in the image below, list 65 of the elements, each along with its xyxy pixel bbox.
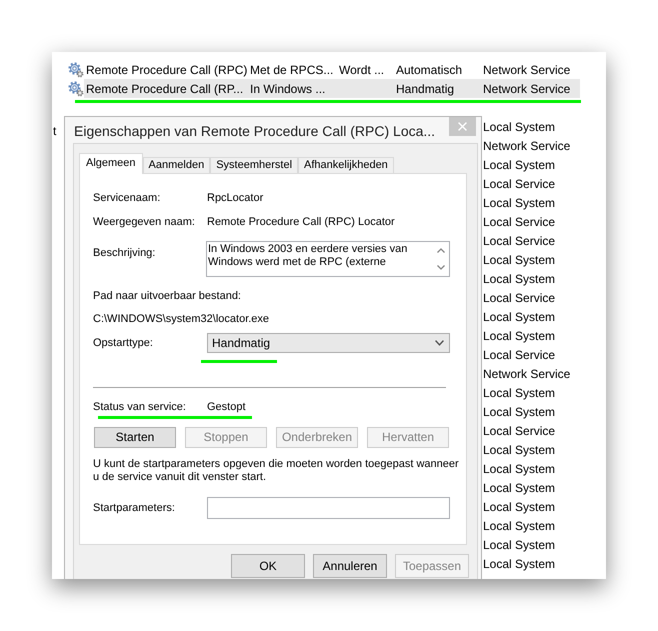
window-title: Eigenschappen van Remote Procedure Call (RPC) Loca... bbox=[73, 122, 436, 140]
field-label: Status van service: bbox=[93, 400, 187, 415]
chevron-down-icon[interactable] bbox=[436, 265, 444, 270]
gears-icon bbox=[68, 80, 84, 96]
field-value: C:\WINDOWS\system32\locator.exe bbox=[93, 312, 270, 327]
status-cell: Wordt ... bbox=[339, 62, 384, 76]
chevron-down-icon bbox=[435, 340, 444, 346]
field-label: Startparameters: bbox=[93, 501, 176, 516]
field-label: Beschrijving: bbox=[93, 246, 156, 261]
service-row[interactable]: Local System bbox=[483, 251, 580, 270]
service-row[interactable]: Local System bbox=[483, 536, 580, 555]
startup-type-cell: Automatisch bbox=[396, 62, 462, 76]
service-row[interactable]: Local System bbox=[483, 156, 580, 175]
field-value: RpcLocator bbox=[207, 191, 264, 206]
service-row[interactable]: Local System bbox=[483, 517, 580, 536]
edge-text: t bbox=[53, 123, 56, 139]
description-cell: In Windows ... bbox=[250, 82, 326, 96]
tab[interactable]: Aanmelden bbox=[142, 157, 210, 173]
logon-cell: Network Service bbox=[483, 62, 570, 76]
start-parameters-field[interactable] bbox=[207, 497, 450, 519]
logon-cell: Network Service bbox=[483, 82, 570, 96]
ok-button[interactable]: OK bbox=[231, 554, 305, 578]
gears-icon bbox=[68, 62, 84, 78]
startup-type-dropdown[interactable]: Handmatig bbox=[207, 333, 450, 353]
service-row[interactable]: Local System bbox=[483, 460, 580, 479]
field-label: Servicenaam: bbox=[93, 191, 162, 206]
service-row[interactable]: Network Service bbox=[483, 365, 580, 384]
service-row[interactable]: Network Service bbox=[483, 137, 580, 156]
tab[interactable]: Afhankelijkheden bbox=[298, 157, 394, 173]
service-row[interactable]: Local Service bbox=[483, 346, 580, 365]
service-row[interactable]: Local System bbox=[483, 403, 580, 422]
service-row[interactable]: Local Service bbox=[483, 289, 580, 308]
service-row[interactable]: Local System bbox=[483, 384, 580, 403]
start-button[interactable]: Starten bbox=[94, 427, 176, 448]
description-field[interactable]: In Windows 2003 en eerdere versies van Windows werd met de RPC (externe bbox=[206, 241, 450, 277]
field-value: Remote Procedure Call (RPC) Locator bbox=[207, 215, 395, 230]
tab[interactable]: Algemeen bbox=[79, 153, 143, 174]
field-label: Pad naar uitvoerbaar bestand: bbox=[93, 289, 242, 304]
field-label: Weergegeven naam: bbox=[93, 215, 196, 230]
description-cell: Met de RPCS... bbox=[250, 62, 334, 76]
service-row[interactable]: Remote Procedure Call (RPC) Met de RPCS... Wordt ... Automatisch Network Service bbox=[84, 60, 580, 79]
tab[interactable]: Systeemherstel bbox=[210, 157, 298, 173]
field-label: Opstarttype: bbox=[93, 336, 154, 351]
service-row[interactable]: Local System bbox=[483, 498, 580, 517]
chevron-up-icon[interactable] bbox=[436, 248, 444, 253]
status-value: Gestopt bbox=[207, 400, 246, 415]
startup-type-cell: Handmatig bbox=[396, 82, 454, 96]
service-row[interactable]: Local System bbox=[483, 555, 580, 574]
service-row[interactable]: Remote Procedure Call (RP... In Windows ... Handmatig Network Service bbox=[84, 79, 580, 98]
service-row[interactable]: Local Service bbox=[483, 175, 580, 194]
cancel-button[interactable]: Annuleren bbox=[313, 554, 387, 578]
service-row[interactable]: Local System bbox=[483, 327, 580, 346]
service-row[interactable]: Local System bbox=[483, 479, 580, 498]
service-row[interactable]: Local System bbox=[483, 441, 580, 460]
service-row[interactable]: Local System bbox=[483, 194, 580, 213]
close-icon bbox=[458, 122, 467, 131]
service-name-cell: Remote Procedure Call (RPC) bbox=[86, 62, 248, 76]
service-row[interactable]: Local Service bbox=[483, 422, 580, 441]
service-name-cell: Remote Procedure Call (RP... bbox=[86, 82, 244, 96]
service-row[interactable]: Local System bbox=[483, 118, 580, 137]
service-row[interactable]: Local Service bbox=[483, 232, 580, 251]
service-row[interactable]: Local Service bbox=[483, 213, 580, 232]
help-text: U kunt de startparameters opgeven die moeten worden toegepast wanneer u de service vanuit dit venster start. bbox=[93, 458, 460, 484]
service-row[interactable]: Local System bbox=[483, 270, 580, 289]
service-row[interactable]: Local System bbox=[483, 308, 580, 327]
